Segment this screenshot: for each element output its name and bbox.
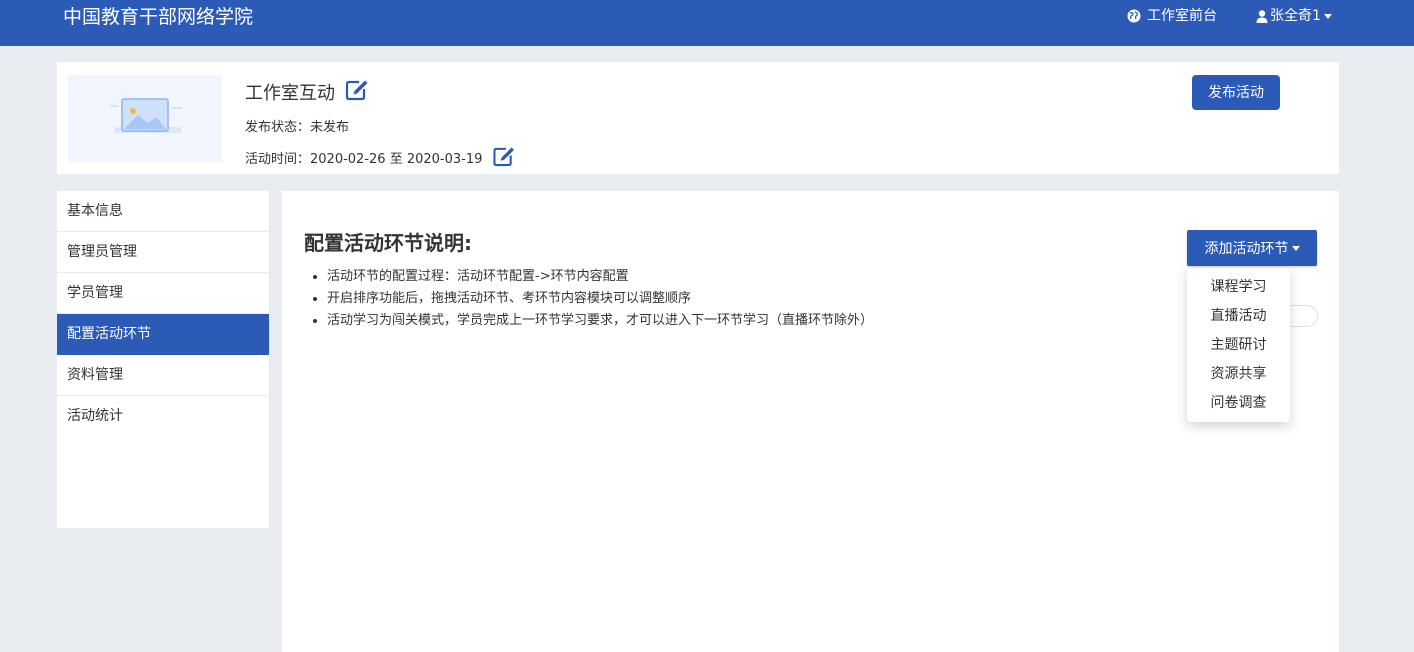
sidebar-item-student-management[interactable]: 学员管理 (57, 273, 269, 314)
menu-item-survey[interactable]: 问卷调查 (1187, 389, 1290, 418)
top-navbar: 中国教育干部网络学院 工作室前台 张全奇1 (0, 0, 1414, 46)
image-placeholder-icon (110, 98, 182, 133)
user-icon (1256, 9, 1268, 23)
activity-header-card: 工作室互动 发布状态： 未发布 活动时间： 2020-02-26 至 2020-… (57, 62, 1339, 174)
sidebar: 基本信息 管理员管理 学员管理 配置活动环节 资料管理 活动统计 (57, 191, 270, 528)
activity-time: 活动时间： 2020-02-26 至 2020-03-19 (245, 146, 516, 173)
globe-icon (1127, 9, 1141, 23)
sidebar-item-configure-stages[interactable]: 配置活动环节 (57, 314, 269, 355)
chevron-down-icon (1291, 245, 1300, 251)
list-item: 活动环节的配置过程：活动环节配置->环节内容配置 (327, 266, 873, 288)
site-brand[interactable]: 中国教育干部网络学院 (63, 4, 253, 30)
studio-frontend-label: 工作室前台 (1147, 8, 1217, 24)
page-title: 配置活动环节说明: (304, 231, 472, 255)
list-item: 开启排序功能后，拖拽活动环节、考环节内容模块可以调整顺序 (327, 288, 873, 310)
activity-title-text: 工作室互动 (245, 82, 335, 104)
activity-time-label: 活动时间： (245, 151, 311, 167)
activity-thumbnail (68, 75, 222, 162)
main-panel: 配置活动环节说明: 活动环节的配置过程：活动环节配置->环节内容配置 开启排序功… (282, 191, 1339, 652)
list-item: 活动学习为闯关模式，学员完成上一环节学习要求，才可以进入下一环节学习（直播环节除… (327, 310, 873, 332)
publish-status-value: 未发布 (310, 120, 350, 135)
add-stage-button[interactable]: 添加活动环节 (1187, 230, 1317, 266)
publish-status: 发布状态： 未发布 (245, 119, 349, 137)
edit-time-icon[interactable] (492, 146, 516, 173)
studio-frontend-link[interactable]: 工作室前台 (1127, 6, 1217, 26)
sidebar-item-materials[interactable]: 资料管理 (57, 355, 269, 396)
activity-time-value: 2020-02-26 至 2020-03-19 (310, 151, 483, 167)
user-name: 张全奇1 (1270, 8, 1321, 24)
sidebar-item-basic-info[interactable]: 基本信息 (57, 191, 269, 232)
add-stage-dropdown: 课程学习 直播活动 主题研讨 资源共享 问卷调查 (1187, 268, 1290, 422)
chevron-down-icon (1323, 13, 1332, 19)
activity-title: 工作室互动 (245, 79, 369, 108)
menu-item-course-study[interactable]: 课程学习 (1187, 273, 1290, 302)
publish-status-label: 发布状态： (245, 120, 311, 135)
edit-title-icon[interactable] (345, 79, 369, 108)
sidebar-item-statistics[interactable]: 活动统计 (57, 396, 269, 437)
instructions-list: 活动环节的配置过程：活动环节配置->环节内容配置 开启排序功能后，拖拽活动环节、… (327, 266, 873, 332)
add-stage-label: 添加活动环节 (1204, 240, 1289, 256)
user-menu[interactable]: 张全奇1 (1256, 6, 1332, 26)
menu-item-topic-discussion[interactable]: 主题研讨 (1187, 331, 1290, 360)
sidebar-item-admin-management[interactable]: 管理员管理 (57, 232, 269, 273)
menu-item-resource-sharing[interactable]: 资源共享 (1187, 360, 1290, 389)
publish-activity-button[interactable]: 发布活动 (1192, 75, 1280, 110)
menu-item-live-activity[interactable]: 直播活动 (1187, 302, 1290, 331)
